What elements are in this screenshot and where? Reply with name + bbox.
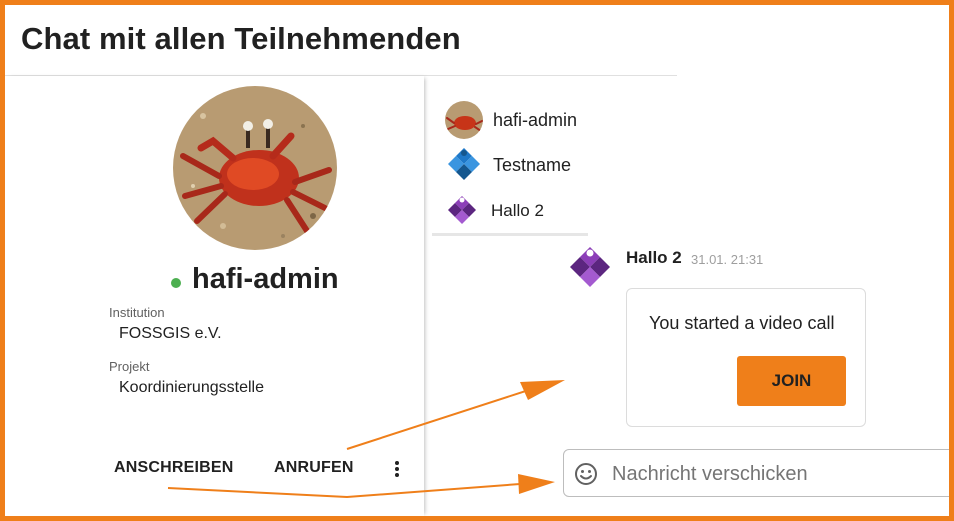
contact-item-hallo-2[interactable]: Hallo 2 (445, 194, 544, 228)
blue-diamond-identicon-icon (445, 146, 483, 184)
purple-diamond-identicon-icon (445, 194, 479, 228)
profile-card: hafi-admin Institution FOSSGIS e.V. Proj… (5, 76, 424, 516)
emoji-icon[interactable] (574, 462, 598, 486)
message-composer (563, 449, 954, 497)
message-author: Hallo 2 (626, 248, 682, 267)
more-vert-icon[interactable] (391, 459, 403, 479)
video-call-message-card: You started a video call JOIN (626, 288, 866, 427)
projekt-value: Koordinierungsstelle (119, 379, 264, 396)
purple-diamond-identicon-icon (566, 244, 614, 292)
call-button[interactable]: ANRUFEN (274, 459, 354, 477)
message-timestamp: 31.01. 21:31 (691, 252, 764, 267)
online-status-dot (171, 278, 181, 288)
profile-avatar (173, 86, 337, 250)
page-title: Chat mit allen Teilnehmenden (21, 21, 461, 56)
contact-item-testname[interactable]: Testname (445, 146, 571, 184)
contact-avatar (445, 101, 483, 139)
contact-item-hafi-admin[interactable]: hafi-admin (445, 101, 577, 139)
profile-name: hafi-admin (192, 263, 339, 295)
contact-name: Testname (493, 154, 572, 175)
contact-name: hafi-admin (493, 109, 578, 130)
message-input[interactable] (610, 460, 934, 488)
join-button[interactable]: JOIN (737, 356, 846, 406)
projekt-label: Projekt (109, 359, 150, 374)
message-text: You started a video call (649, 313, 835, 333)
contacts-divider (432, 233, 588, 236)
contact-name: Hallo 2 (491, 201, 544, 220)
page-header: Chat mit allen Teilnehmenden (5, 5, 949, 75)
institution-label: Institution (109, 305, 165, 320)
institution-value: FOSSGIS e.V. (119, 325, 222, 342)
write-message-button[interactable]: ANSCHREIBEN (114, 459, 234, 477)
